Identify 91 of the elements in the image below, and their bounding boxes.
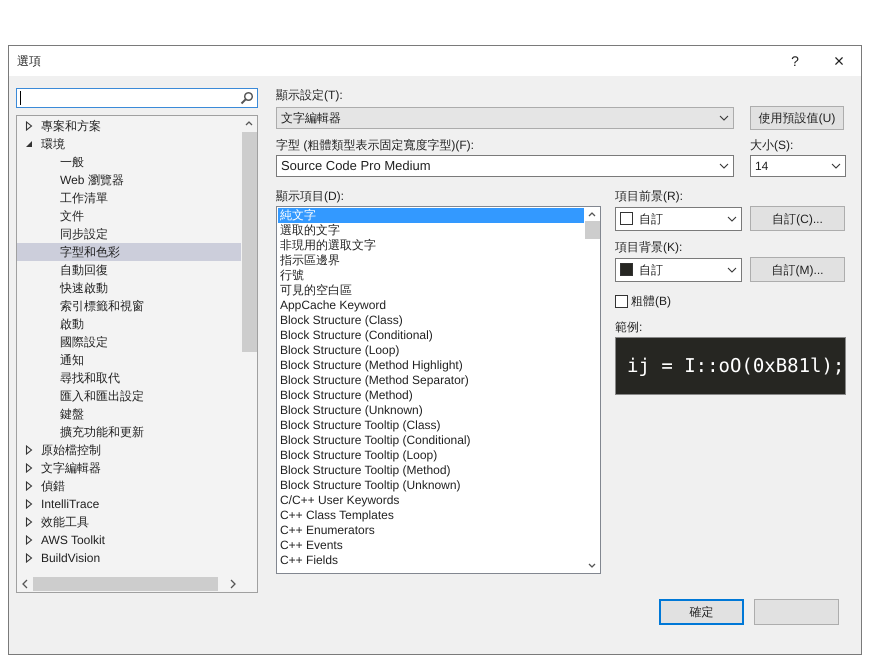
list-item[interactable]: C++ Enumerators: [278, 523, 584, 538]
chevron-down-icon: [719, 163, 729, 169]
list-item[interactable]: C++ Class Templates: [278, 508, 584, 523]
display-items-list[interactable]: [276, 206, 601, 574]
code-sample: ij = I::oO(0xB81l);: [615, 337, 846, 395]
collapsed-arrow-icon[interactable]: [25, 517, 33, 527]
field-label: 大小(S):: [750, 137, 794, 154]
list-item[interactable]: 行號: [278, 268, 584, 283]
tree-item[interactable]: 自動回復: [17, 261, 241, 279]
field-label: 字型 (粗體類型表示固定寬度字型)(F):: [276, 137, 475, 154]
dialog-button[interactable]: 確定: [659, 599, 744, 625]
list-item[interactable]: 選取的文字: [278, 223, 584, 238]
tree-item[interactable]: 工作清單: [17, 189, 241, 207]
list-item[interactable]: C++ Events: [278, 538, 584, 553]
list-item[interactable]: 非現用的選取文字: [278, 238, 584, 253]
tree-item[interactable]: 尋找和取代: [17, 369, 241, 387]
collapsed-arrow-icon[interactable]: [25, 553, 33, 563]
tree-item[interactable]: 索引標籤和視窗: [17, 297, 241, 315]
tree-item[interactable]: 偵錯: [41, 477, 65, 495]
text-cursor: [20, 91, 21, 105]
list-item[interactable]: Block Structure Tooltip (Class): [278, 418, 584, 433]
checkbox-label[interactable]: 粗體(B): [631, 292, 671, 310]
checkbox[interactable]: [615, 294, 628, 308]
tree-item[interactable]: 同步設定: [17, 225, 241, 243]
tree-item[interactable]: 文字編輯器: [41, 459, 101, 477]
field-label: 項目背景(K):: [615, 239, 684, 256]
tree-item[interactable]: 國際設定: [17, 333, 241, 351]
tree-item[interactable]: 效能工具: [41, 513, 89, 531]
tree-item[interactable]: 鍵盤: [17, 405, 241, 423]
collapsed-arrow-icon[interactable]: [25, 463, 33, 473]
tree-item[interactable]: 文件: [17, 207, 241, 225]
tree-item[interactable]: AWS Toolkit: [41, 531, 106, 549]
list-item[interactable]: Block Structure (Method): [278, 388, 584, 403]
list-item[interactable]: C++ Fields: [278, 553, 584, 568]
size-dropdown[interactable]: 14: [750, 155, 846, 177]
list-item[interactable]: AppCache Keyword: [278, 298, 584, 313]
list-item[interactable]: Block Structure Tooltip (Conditional): [278, 433, 584, 448]
chevron-down-icon: [727, 216, 737, 222]
collapsed-arrow-icon[interactable]: [25, 121, 33, 131]
field-label: 顯示項目(D):: [276, 188, 345, 205]
list-item[interactable]: Block Structure (Method Highlight): [278, 358, 584, 373]
reset-defaults-button[interactable]: 使用預設值(U): [750, 106, 844, 130]
tree-item[interactable]: 環境: [41, 135, 65, 153]
list-item[interactable]: 可見的空白區: [278, 283, 584, 298]
list-item[interactable]: Block Structure (Conditional): [278, 328, 584, 343]
list-item[interactable]: Block Structure (Unknown): [278, 403, 584, 418]
list-item[interactable]: Block Structure (Loop): [278, 343, 584, 358]
search-field[interactable]: [16, 88, 258, 108]
expanded-arrow-icon[interactable]: [25, 140, 33, 148]
field-label: 範例:: [615, 319, 644, 336]
search-icon: [240, 91, 254, 105]
tree-item[interactable]: 一般: [17, 153, 241, 171]
list-item[interactable]: Block Structure (Class): [278, 313, 584, 328]
tree-item[interactable]: 啟動: [17, 315, 241, 333]
list-item[interactable]: Block Structure Tooltip (Unknown): [278, 478, 584, 493]
tree-item[interactable]: 匯入和匯出設定: [17, 387, 241, 405]
list-item[interactable]: 指示區邊界: [278, 253, 584, 268]
tree-item[interactable]: 通知: [17, 351, 241, 369]
tree-item[interactable]: 字型和色彩: [17, 243, 241, 261]
tree-item[interactable]: BuildVision: [41, 549, 100, 567]
collapsed-arrow-icon[interactable]: [25, 445, 33, 455]
chevron-down-icon: [719, 115, 729, 121]
list-item[interactable]: Block Structure Tooltip (Method): [278, 463, 584, 478]
list-item[interactable]: C/C++ User Keywords: [278, 493, 584, 508]
tree-item[interactable]: Web 瀏覽器: [17, 171, 241, 189]
custom-color-button[interactable]: 自訂(M)...: [750, 257, 845, 282]
foreground-dropdown[interactable]: 自訂: [615, 206, 742, 230]
scroll-thumb[interactable]: [242, 132, 256, 352]
custom-color-button[interactable]: 自訂(C)...: [750, 206, 845, 231]
tree-item[interactable]: IntelliTrace: [41, 495, 100, 513]
tree-item[interactable]: 原始檔控制: [41, 441, 101, 459]
display-settings-dropdown[interactable]: 文字編輯器: [276, 107, 734, 129]
list-item[interactable]: Block Structure Tooltip (Loop): [278, 448, 584, 463]
scroll-thumb[interactable]: [33, 577, 218, 591]
tree-item[interactable]: 擴充功能和更新: [17, 423, 241, 441]
close-button[interactable]: ×: [817, 48, 861, 74]
list-item[interactable]: Block Structure (Method Separator): [278, 373, 584, 388]
field-label: 顯示設定(T):: [276, 87, 344, 104]
tree-item[interactable]: 專案和方案: [41, 117, 101, 135]
tree-item[interactable]: 快速啟動: [17, 279, 241, 297]
background-dropdown[interactable]: 自訂: [615, 258, 742, 282]
window-title: 選項: [17, 53, 42, 70]
collapsed-arrow-icon[interactable]: [25, 499, 33, 509]
collapsed-arrow-icon[interactable]: [25, 535, 33, 545]
collapsed-arrow-icon[interactable]: [25, 481, 33, 491]
font-dropdown[interactable]: Source Code Pro Medium: [276, 155, 734, 177]
chevron-down-icon: [727, 266, 737, 272]
chevron-down-icon: [831, 163, 841, 169]
scroll-thumb[interactable]: [584, 221, 600, 239]
help-button[interactable]: ?: [773, 50, 817, 72]
field-label: 項目前景(R):: [615, 188, 684, 205]
